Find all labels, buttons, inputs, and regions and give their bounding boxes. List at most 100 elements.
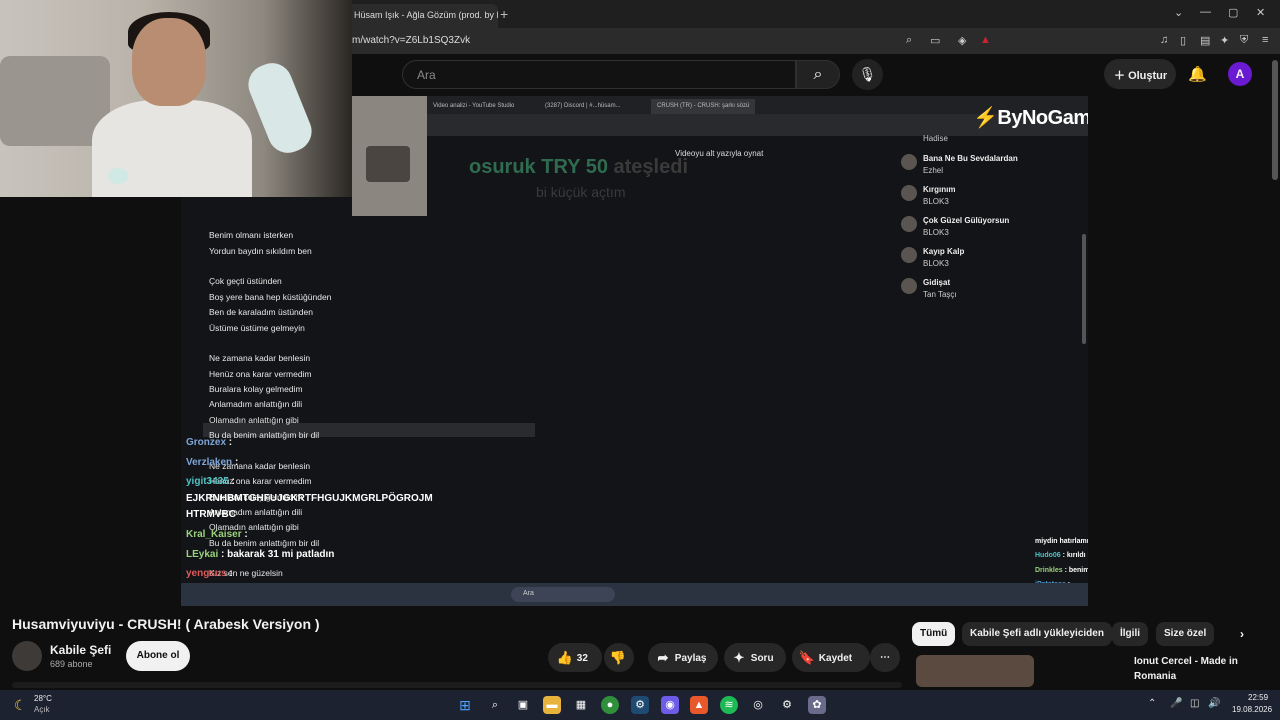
chevron-right-icon[interactable]: › (1232, 622, 1252, 646)
close-icon[interactable]: ✕ (1256, 6, 1265, 19)
channel-avatar[interactable] (12, 641, 42, 671)
playlist-thumbnail (901, 154, 917, 170)
recommended-title[interactable]: Ionut Cercel - Made in Romania (1134, 654, 1264, 684)
chat-text: HTRMVBC (186, 509, 236, 520)
chat-text: : (244, 529, 248, 540)
lyric-line: Ne zamana kadar benlesin (209, 353, 311, 363)
channel-name[interactable]: Kabile Şefi (50, 643, 111, 657)
webcam-overlay (0, 0, 352, 197)
chat-text: EJKRNHBMTGHFUJGKRTFHGUJKMGRLPÖGROJM (186, 493, 433, 504)
lyric-line: Olamadın anlattığın gibi (209, 415, 299, 425)
playlist-song-title: Kayıp Kalp (923, 247, 965, 256)
wallet-icon[interactable]: ▤ (1200, 34, 1210, 47)
search-icon[interactable]: ⌕ (796, 60, 840, 89)
dislike-button[interactable]: 👎 (604, 643, 634, 672)
task-view-icon[interactable]: ▣ (514, 696, 532, 714)
playlist-song-title: Gidişat (923, 278, 951, 287)
stream-taskbar-search: Ara (511, 587, 615, 602)
stream-taskbar: Ara (181, 583, 1088, 606)
steam-icon[interactable]: ⚙ (631, 696, 649, 714)
moon-icon[interactable]: ☾ (14, 697, 27, 714)
save-button[interactable]: 🔖 Kaydet (792, 643, 870, 672)
cast-icon[interactable]: ▭ (930, 34, 940, 47)
network-icon[interactable]: ◫ (1190, 698, 1199, 709)
chat-text: : (229, 568, 233, 579)
bookmark-icon: 🔖 (798, 650, 816, 665)
playlist-artist: Hadise (923, 134, 948, 143)
browser-tab-active[interactable]: Hüsam Işık - Ağla Gözüm (prod. by D (340, 4, 498, 28)
menu-icon[interactable]: ≡ (1262, 34, 1268, 46)
playlist-song-title: Çok Güzel Gülüyorsun (923, 216, 1010, 225)
playlist-song-title: Kırgınım (923, 185, 956, 194)
clock-date[interactable]: 19.08.2026 (1232, 705, 1272, 714)
content-divider (12, 682, 902, 688)
chat-username: yengsus (186, 568, 227, 579)
brave-shield-icon[interactable]: ◈ (958, 34, 966, 47)
chat-message: yigit3435 : (186, 476, 235, 487)
playlist-thumbnail (901, 185, 917, 201)
sidebar-icon[interactable]: ▯ (1180, 34, 1186, 47)
weather-temp[interactable]: 28°C (34, 694, 52, 703)
chat-username: Hudo06 (1035, 552, 1061, 559)
store-icon[interactable]: ▦ (572, 696, 590, 714)
chat-message: LEykai : bakarak 31 mi patladın (186, 549, 334, 560)
chip-all[interactable]: Tümü (912, 622, 956, 646)
windows-start-icon[interactable]: ⊞ (456, 696, 474, 714)
microphone-icon[interactable]: 🎙 (852, 59, 883, 90)
tab-list-icon[interactable]: ⌄ (1174, 6, 1183, 19)
donation-message: bi küçük açtım (536, 184, 626, 200)
chat-text: : benim ki 0,2 falan sanırım (1064, 567, 1088, 574)
webcam-room-view (352, 96, 427, 216)
chat-text: miydin hatırlamıyom @noyonkaira (1035, 538, 1088, 545)
tray-chevron-icon[interactable]: ⌃ (1148, 698, 1156, 709)
chat-message: miydin hatırlamıyom @noyonkaira (1035, 538, 1088, 545)
stream-tab: (3287) Discord | #...hüsam... (545, 103, 621, 109)
share-button[interactable]: ➦ Paylaş (648, 643, 718, 672)
recommended-thumbnail[interactable] (916, 655, 1034, 687)
more-actions-button[interactable]: ⋯ (870, 643, 900, 672)
chip-related[interactable]: İlgili (1112, 622, 1148, 646)
minimize-icon[interactable]: — (1200, 6, 1211, 18)
chat-username: Gronzex (186, 437, 227, 448)
search-input[interactable]: Ara (402, 60, 796, 89)
chat-username: yigit3435 (186, 476, 229, 487)
spotify-icon[interactable]: ≋ (720, 696, 738, 714)
account-avatar[interactable]: A (1228, 62, 1252, 86)
notifications-bell-icon[interactable]: 🔔 (1188, 65, 1207, 83)
brave-icon[interactable]: ▲ (690, 696, 708, 714)
chrome-icon[interactable]: ● (601, 696, 619, 714)
mic-tray-icon[interactable]: 🎤 (1170, 698, 1182, 709)
weather-condition[interactable]: Açık (34, 705, 50, 714)
like-button[interactable]: 👍 32 (548, 643, 602, 672)
discord-icon[interactable]: ◉ (661, 696, 679, 714)
rewards-icon[interactable]: ▲ (980, 34, 991, 46)
video-title: Husamviyuviyu - CRUSH! ( Arabesk Versiyo… (12, 616, 320, 632)
chip-uploader[interactable]: Kabile Şefi adlı yükleyiciden (962, 622, 1112, 646)
zoom-icon[interactable]: ⌕ (906, 34, 912, 47)
vpn-icon[interactable]: ⛨ (1240, 34, 1248, 47)
url-field[interactable]: m/watch?v=Z6Lb1SQ3Zvk (352, 35, 470, 46)
chat-message: yengsus : (186, 568, 233, 579)
clock-time[interactable]: 22:59 (1248, 693, 1268, 702)
page-scrollbar[interactable] (1272, 60, 1278, 180)
settings-icon[interactable]: ⚙ (778, 696, 796, 714)
extensions-icon[interactable]: ✦ (1220, 34, 1229, 47)
ask-button[interactable]: ✦ Soru (724, 643, 786, 672)
chip-for-you[interactable]: Size özel (1156, 622, 1215, 646)
file-explorer-icon[interactable]: ▬ (543, 696, 561, 714)
app-icon[interactable]: ✿ (808, 696, 826, 714)
lyric-line: Yordun baydın sıkıldım ben (209, 246, 312, 256)
media-icon[interactable]: ♫ (1160, 34, 1168, 46)
subscribe-button[interactable]: Abone ol (126, 641, 190, 671)
lyric-line: Üstüme üstüme gelmeyin (209, 323, 305, 333)
webcam-lamp (108, 168, 128, 184)
obs-icon[interactable]: ◎ (749, 696, 767, 714)
stream-tab: CRUSH (TR) - CRUSH: şarkı sözü (651, 99, 756, 114)
volume-icon[interactable]: 🔊 (1208, 698, 1220, 709)
chat-text: : (231, 476, 235, 487)
create-button[interactable]: ＋ Oluştur (1104, 59, 1176, 89)
lyric-line: Buralara kolay gelmedim (209, 384, 303, 394)
search-icon[interactable]: ⌕ (486, 696, 504, 714)
new-tab-icon[interactable]: + (500, 6, 508, 22)
maximize-icon[interactable]: ▢ (1228, 6, 1238, 19)
